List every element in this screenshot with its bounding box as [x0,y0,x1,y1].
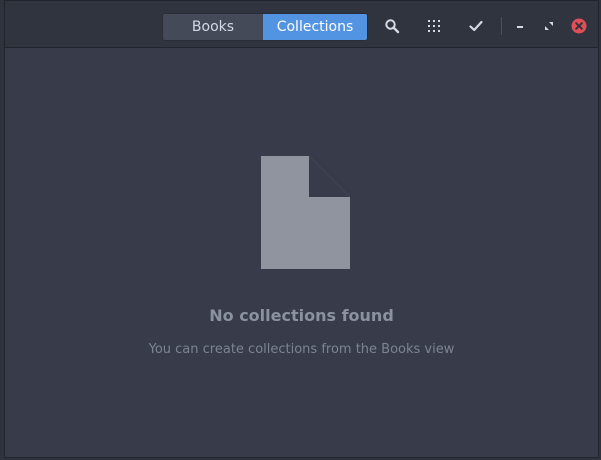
minimize-icon [517,26,523,28]
header-bar: Books Collections [5,1,598,48]
search-icon [385,19,400,34]
app-window: Books Collections No collections found Y… [4,0,599,458]
search-button[interactable] [379,14,405,38]
close-button[interactable] [566,14,592,38]
view-switcher: Books Collections [162,13,368,41]
maximize-button[interactable] [536,14,562,38]
selection-mode-button[interactable] [463,14,489,38]
grid-icon [428,20,440,32]
collections-tab[interactable]: Collections [263,14,367,40]
view-mode-button[interactable] [421,14,447,38]
empty-state-subtitle: You can create collections from the Book… [148,342,455,357]
minimize-button[interactable] [507,14,533,38]
checkmark-icon [469,20,483,32]
close-icon [571,18,587,34]
maximize-icon [545,22,553,30]
books-tab[interactable]: Books [163,14,263,40]
document-icon [261,156,350,269]
header-separator [501,17,502,35]
empty-state-title: No collections found [209,306,394,325]
collections-view: No collections found You can create coll… [5,48,598,457]
